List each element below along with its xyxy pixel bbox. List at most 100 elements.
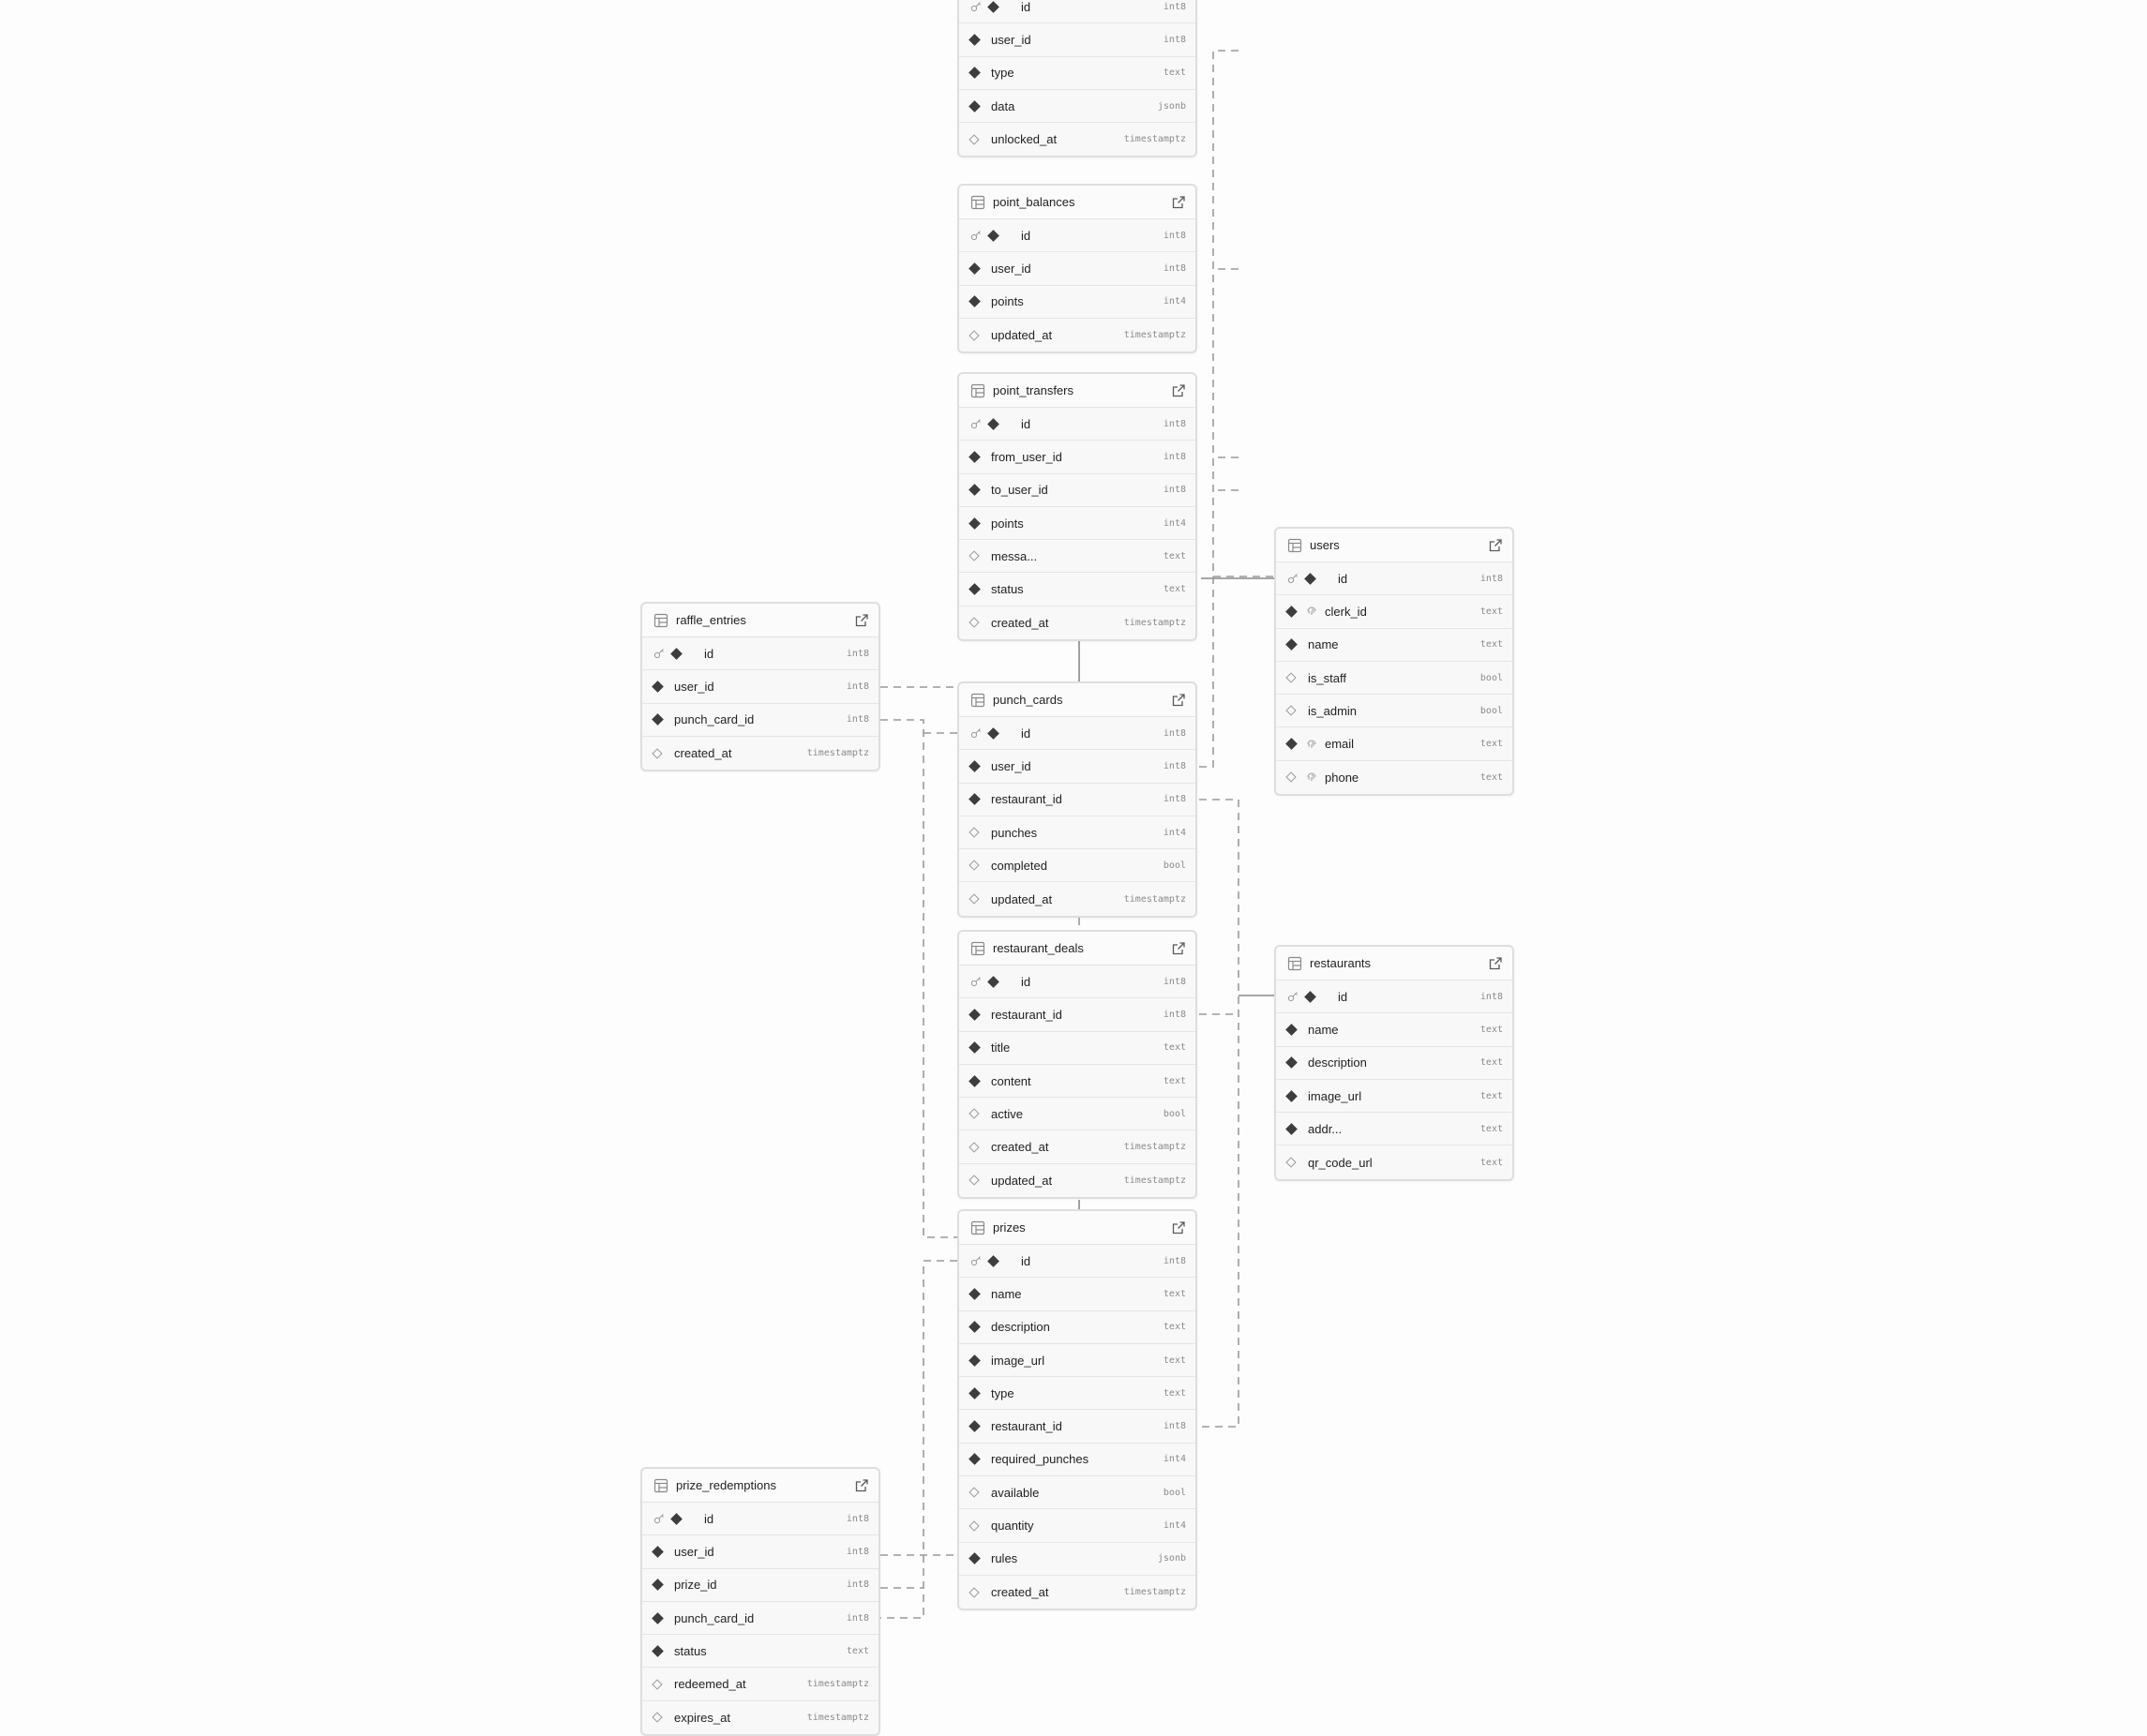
table-header[interactable]: raffle_entries [642, 604, 878, 637]
table-cropped[interactable]: id int8 user_id int8 type text data jsonb unlock… [957, 0, 1197, 158]
column-row[interactable]: points int4 [959, 286, 1195, 319]
column-row[interactable]: available bool [959, 1476, 1195, 1510]
column-row[interactable]: required_punches int4 [959, 1444, 1195, 1477]
column-row[interactable]: created_at timestamptz [959, 1576, 1195, 1609]
column-name: updated_at [991, 328, 1053, 343]
external-link-icon[interactable] [1488, 538, 1503, 553]
column-row[interactable]: active bool [959, 1098, 1195, 1131]
column-row[interactable]: image_url text [1276, 1080, 1512, 1114]
column-row[interactable]: email text [1276, 727, 1512, 761]
table-header[interactable]: point_transfers [959, 374, 1195, 408]
table-restaurant-deals[interactable]: restaurant_deals id int8 restaurant_id int8 t… [957, 930, 1197, 1200]
not-null-diamond-icon [987, 417, 999, 430]
external-link-icon[interactable] [854, 1478, 869, 1493]
column-row[interactable]: updated_at timestamptz [959, 882, 1195, 915]
table-header[interactable]: restaurant_deals [959, 932, 1195, 965]
column-row[interactable]: updated_at timestamptz [959, 1164, 1195, 1197]
column-row[interactable]: id int8 [642, 1503, 878, 1536]
table-point-transfers[interactable]: point_transfers id int8 from_user_id int8 to_… [957, 372, 1197, 642]
column-type: bool [1163, 860, 1186, 871]
column-row[interactable]: qr_code_url text [1276, 1145, 1512, 1178]
external-link-icon[interactable] [1488, 956, 1503, 971]
column-row[interactable]: restaurant_id int8 [959, 1410, 1195, 1444]
column-type: timestamptz [1123, 1142, 1186, 1153]
external-link-icon[interactable] [1171, 941, 1186, 956]
column-row[interactable]: prize_id int8 [642, 1569, 878, 1602]
column-row[interactable]: punch_card_id int8 [642, 704, 878, 737]
column-row[interactable]: user_id int8 [959, 750, 1195, 784]
table-raffle-entries[interactable]: raffle_entries id int8 user_id int8 punch_car… [640, 602, 880, 772]
column-row[interactable]: description text [1276, 1047, 1512, 1080]
column-row[interactable]: punch_card_id int8 [642, 1602, 878, 1636]
external-link-icon[interactable] [854, 613, 869, 628]
column-row[interactable]: clerk_id text [1276, 595, 1512, 629]
table-prize-redemptions[interactable]: prize_redemptions id int8 user_id int8 prize_… [640, 1467, 880, 1736]
table-prizes[interactable]: prizes id int8 name text description text image… [957, 1209, 1197, 1611]
column-row[interactable]: to_user_id int8 [959, 474, 1195, 507]
column-row[interactable]: addr... text [1276, 1113, 1512, 1146]
column-row[interactable]: title text [959, 1032, 1195, 1065]
external-link-icon[interactable] [1171, 1220, 1186, 1235]
column-row[interactable]: id int8 [959, 219, 1195, 253]
column-row[interactable]: id int8 [959, 0, 1195, 24]
column-row[interactable]: id int8 [959, 717, 1195, 751]
not-null-diamond-icon [968, 1288, 981, 1300]
column-row[interactable]: description text [959, 1311, 1195, 1344]
not-null-diamond-icon [968, 1552, 981, 1565]
column-row[interactable]: expires_at timestamptz [642, 1701, 878, 1734]
column-row[interactable]: created_at timestamptz [959, 606, 1195, 639]
column-row[interactable]: data jsonb [959, 90, 1195, 124]
column-row[interactable]: status text [642, 1635, 878, 1669]
column-row[interactable]: type text [959, 57, 1195, 90]
table-header[interactable]: point_balances [959, 186, 1195, 219]
column-row[interactable]: name text [1276, 1013, 1512, 1047]
schema-canvas[interactable]: id int8 user_id int8 type text data jsonb unlock… [0, 0, 2147, 1736]
external-link-icon[interactable] [1171, 383, 1186, 398]
table-users[interactable]: users id int8 clerk_id text name text is_staff b… [1274, 527, 1514, 797]
column-row[interactable]: name text [959, 1278, 1195, 1311]
table-header[interactable]: prizes [959, 1211, 1195, 1245]
external-link-icon[interactable] [1171, 693, 1186, 708]
column-row[interactable]: status text [959, 573, 1195, 606]
column-row[interactable]: id int8 [1276, 562, 1512, 596]
table-header[interactable]: prize_redemptions [642, 1469, 878, 1503]
column-row[interactable]: type text [959, 1377, 1195, 1411]
column-row[interactable]: user_id int8 [959, 252, 1195, 286]
column-row[interactable]: id int8 [1276, 980, 1512, 1014]
column-row[interactable]: redeemed_at timestamptz [642, 1668, 878, 1701]
column-row[interactable]: id int8 [642, 637, 878, 671]
column-row[interactable]: restaurant_id int8 [959, 784, 1195, 816]
table-restaurants[interactable]: restaurants id int8 name text description text… [1274, 945, 1514, 1181]
column-row[interactable]: user_id int8 [642, 670, 878, 704]
column-row[interactable]: messa... text [959, 540, 1195, 574]
column-row[interactable]: id int8 [959, 965, 1195, 999]
column-row[interactable]: punches int4 [959, 816, 1195, 850]
table-header[interactable]: users [1276, 529, 1512, 562]
column-row[interactable]: id int8 [959, 408, 1195, 441]
table-punch-cards[interactable]: punch_cards id int8 user_id int8 restaurant_i… [957, 681, 1197, 918]
column-row[interactable]: created_at timestamptz [959, 1130, 1195, 1164]
column-row[interactable]: user_id int8 [642, 1535, 878, 1569]
external-link-icon[interactable] [1171, 195, 1186, 210]
column-row[interactable]: rules jsonb [959, 1543, 1195, 1576]
column-row[interactable]: quantity int4 [959, 1509, 1195, 1543]
column-type: int8 [1163, 34, 1186, 45]
column-row[interactable]: from_user_id int8 [959, 441, 1195, 474]
column-row[interactable]: is_staff bool [1276, 662, 1512, 696]
column-row[interactable]: image_url text [959, 1344, 1195, 1378]
column-row[interactable]: unlocked_at timestamptz [959, 123, 1195, 156]
column-row[interactable]: created_at timestamptz [642, 737, 878, 770]
column-row[interactable]: id int8 [959, 1245, 1195, 1279]
column-row[interactable]: phone text [1276, 761, 1512, 794]
column-row[interactable]: updated_at timestamptz [959, 319, 1195, 352]
table-point-balances[interactable]: point_balances id int8 user_id int8 points int… [957, 184, 1197, 354]
column-row[interactable]: name text [1276, 629, 1512, 662]
column-row[interactable]: points int4 [959, 507, 1195, 541]
column-row[interactable]: content text [959, 1065, 1195, 1099]
column-row[interactable]: user_id int8 [959, 23, 1195, 57]
column-row[interactable]: is_admin bool [1276, 695, 1512, 728]
column-row[interactable]: restaurant_id int8 [959, 998, 1195, 1032]
table-header[interactable]: restaurants [1276, 947, 1512, 980]
table-header[interactable]: punch_cards [959, 683, 1195, 717]
column-row[interactable]: completed bool [959, 849, 1195, 883]
